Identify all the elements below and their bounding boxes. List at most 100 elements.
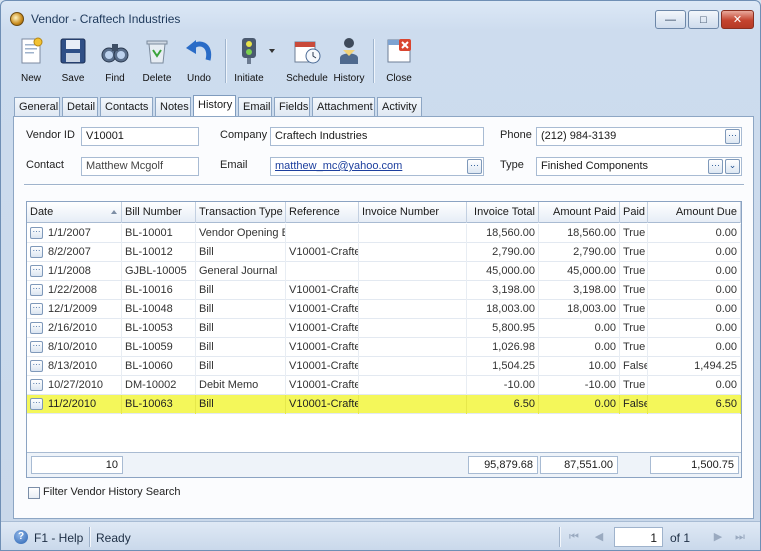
row-open-button[interactable]: ···	[30, 322, 43, 334]
filter-history-checkbox[interactable]	[28, 487, 40, 499]
phone-field[interactable]: (212) 984-3139	[536, 127, 742, 146]
cell-transaction-type[interactable]: General Journal	[196, 262, 286, 281]
cell-reference[interactable]: V10001-Crafte	[286, 357, 359, 376]
tab-detail[interactable]: Detail	[62, 97, 98, 116]
cell-amount-paid[interactable]: 10.00	[539, 357, 620, 376]
help-icon[interactable]: ?	[14, 530, 28, 544]
cell-transaction-type[interactable]: Bill	[196, 300, 286, 319]
table-row[interactable]: ··· 2/16/2010 BL-10053 Bill V10001-Crafte 5,8…	[27, 319, 741, 338]
table-row[interactable]: ··· 11/2/2010 BL-10063 Bill V10001-Crafte 6.5…	[27, 395, 741, 414]
type-lookup-button[interactable]: ···	[708, 159, 723, 174]
cell-invoice-number[interactable]	[359, 357, 467, 376]
cell-date[interactable]: 2/16/2010	[45, 319, 122, 338]
history-button[interactable]: History	[327, 35, 371, 87]
cell-transaction-type[interactable]: Bill	[196, 281, 286, 300]
row-open-button[interactable]: ···	[30, 265, 43, 277]
cell-bill-number[interactable]: BL-10048	[122, 300, 196, 319]
table-row[interactable]: ··· 8/13/2010 BL-10060 Bill V10001-Crafte 1,5…	[27, 357, 741, 376]
cell-bill-number[interactable]: DM-10002	[122, 376, 196, 395]
row-open-button[interactable]: ···	[30, 360, 43, 372]
undo-button[interactable]: Undo	[177, 35, 221, 87]
type-dropdown-button[interactable]: ⌄	[725, 159, 740, 174]
cell-transaction-type[interactable]: Bill	[196, 395, 286, 414]
previous-page-icon[interactable]: ◀	[592, 530, 606, 544]
last-page-icon[interactable]: ⏭	[733, 530, 747, 544]
row-open-button[interactable]: ···	[30, 303, 43, 315]
cell-invoice-total[interactable]: 1,504.25	[467, 357, 539, 376]
cell-invoice-total[interactable]: 45,000.00	[467, 262, 539, 281]
cell-date[interactable]: 8/13/2010	[45, 357, 122, 376]
row-open-button[interactable]: ···	[30, 398, 43, 410]
cell-paid[interactable]: True	[620, 338, 648, 357]
tab-contacts[interactable]: Contacts	[100, 97, 153, 116]
cell-transaction-type[interactable]: Bill	[196, 319, 286, 338]
cell-reference[interactable]: V10001-Crafte	[286, 300, 359, 319]
cell-invoice-total[interactable]: 18,003.00	[467, 300, 539, 319]
cell-transaction-type[interactable]: Bill	[196, 338, 286, 357]
cell-invoice-total[interactable]: -10.00	[467, 376, 539, 395]
cell-paid[interactable]: False	[620, 395, 648, 414]
cell-amount-due[interactable]: 0.00	[648, 262, 741, 281]
cell-amount-paid[interactable]: 2,790.00	[539, 243, 620, 262]
cell-transaction-type[interactable]: Vendor Opening B	[196, 224, 286, 243]
cell-reference[interactable]	[286, 262, 359, 281]
cell-amount-paid[interactable]: 3,198.00	[539, 281, 620, 300]
minimize-button[interactable]: —	[655, 10, 686, 29]
column-header-reference[interactable]: Reference	[286, 202, 359, 223]
cell-paid[interactable]: True	[620, 262, 648, 281]
cell-amount-due[interactable]: 0.00	[648, 281, 741, 300]
table-row[interactable]: ··· 8/10/2010 BL-10059 Bill V10001-Crafte 1,0…	[27, 338, 741, 357]
cell-amount-paid[interactable]: 0.00	[539, 319, 620, 338]
cell-amount-paid[interactable]: 0.00	[539, 338, 620, 357]
table-row[interactable]: ··· 1/22/2008 BL-10016 Bill V10001-Crafte 3,1…	[27, 281, 741, 300]
cell-invoice-total[interactable]: 2,790.00	[467, 243, 539, 262]
first-page-icon[interactable]: ⏮	[567, 530, 581, 544]
cell-date[interactable]: 8/2/2007	[45, 243, 122, 262]
cell-bill-number[interactable]: BL-10060	[122, 357, 196, 376]
cell-paid[interactable]: False	[620, 357, 648, 376]
tab-general[interactable]: General	[14, 97, 60, 116]
cell-date[interactable]: 10/27/2010	[45, 376, 122, 395]
cell-reference[interactable]: V10001-Crafte	[286, 338, 359, 357]
cell-reference[interactable]: V10001-Crafte	[286, 395, 359, 414]
row-open-button[interactable]: ···	[30, 227, 43, 239]
cell-invoice-number[interactable]	[359, 262, 467, 281]
cell-bill-number[interactable]: BL-10001	[122, 224, 196, 243]
tab-history[interactable]: History	[193, 95, 236, 116]
cell-paid[interactable]: True	[620, 376, 648, 395]
column-header-invoice-number[interactable]: Invoice Number	[359, 202, 467, 223]
contact-field[interactable]: Matthew Mcgolf	[81, 157, 199, 176]
cell-amount-due[interactable]: 0.00	[648, 224, 741, 243]
cell-paid[interactable]: True	[620, 281, 648, 300]
table-row[interactable]: ··· 8/2/2007 BL-10012 Bill V10001-Crafte 2,79…	[27, 243, 741, 262]
initiate-button[interactable]: Initiate	[227, 35, 275, 87]
chevron-down-icon[interactable]	[269, 49, 275, 53]
row-open-button[interactable]: ···	[30, 284, 43, 296]
table-row[interactable]: ··· 1/1/2007 BL-10001 Vendor Opening B 18,56…	[27, 224, 741, 243]
tab-fields[interactable]: Fields	[274, 97, 310, 116]
cell-bill-number[interactable]: BL-10012	[122, 243, 196, 262]
cell-date[interactable]: 12/1/2009	[45, 300, 122, 319]
cell-amount-due[interactable]: 0.00	[648, 376, 741, 395]
row-open-button[interactable]: ···	[30, 341, 43, 353]
tab-activity[interactable]: Activity	[377, 97, 422, 116]
cell-invoice-number[interactable]	[359, 319, 467, 338]
cell-invoice-total[interactable]: 5,800.95	[467, 319, 539, 338]
cell-invoice-number[interactable]	[359, 243, 467, 262]
column-header-bill-number[interactable]: Bill Number	[122, 202, 196, 223]
close-window-button[interactable]: ✕	[721, 10, 754, 29]
cell-bill-number[interactable]: BL-10016	[122, 281, 196, 300]
cell-bill-number[interactable]: BL-10059	[122, 338, 196, 357]
cell-date[interactable]: 1/22/2008	[45, 281, 122, 300]
maximize-button[interactable]: □	[688, 10, 719, 29]
cell-amount-paid[interactable]: -10.00	[539, 376, 620, 395]
column-header-transaction-type[interactable]: Transaction Type	[196, 202, 286, 223]
cell-paid[interactable]: True	[620, 319, 648, 338]
cell-date[interactable]: 1/1/2008	[45, 262, 122, 281]
cell-paid[interactable]: True	[620, 300, 648, 319]
cell-transaction-type[interactable]: Bill	[196, 243, 286, 262]
cell-invoice-number[interactable]	[359, 224, 467, 243]
help-shortcut[interactable]: F1 - Help	[34, 531, 83, 545]
cell-invoice-number[interactable]	[359, 395, 467, 414]
cell-paid[interactable]: True	[620, 224, 648, 243]
